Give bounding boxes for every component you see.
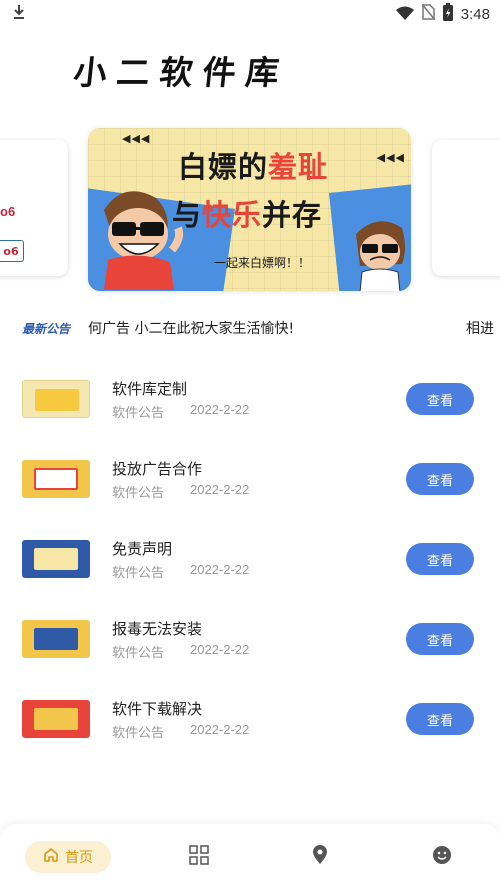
notice-marquee[interactable]: 最新公告 何广告 小二在此祝大家生活愉快! 相进 xyxy=(0,316,500,342)
location-icon xyxy=(312,845,328,869)
list-item[interactable]: 软件下载解决 软件公告 2022-2-22 查看 xyxy=(0,680,500,760)
cartoon-character-right-icon xyxy=(350,214,410,291)
banner-prev-box: o6 xyxy=(0,240,24,262)
notice-badge: 最新公告 xyxy=(22,322,71,336)
nav-location-tab[interactable] xyxy=(309,845,331,869)
view-button[interactable]: 查看 xyxy=(406,623,474,655)
banner-arrows-right-icon: ◀◀◀ xyxy=(376,151,405,164)
list-item[interactable]: 报毒无法安装 软件公告 2022-2-22 查看 xyxy=(0,600,500,680)
banner-next-card[interactable] xyxy=(432,140,500,276)
announcement-title: 报毒无法安装 xyxy=(112,620,203,638)
list-item[interactable]: 软件库定制 软件公告 2022-2-22 查看 xyxy=(0,360,500,440)
announcement-date: 2022-2-22 xyxy=(190,402,250,417)
announcement-category: 软件公告 xyxy=(112,646,165,661)
banner-prev-card[interactable]: o6 o6 xyxy=(0,140,68,276)
announcement-thumbnail xyxy=(22,380,90,418)
banner-main-card[interactable]: ◀◀◀ ◀◀◀ 白嫖的羞耻 与快乐并存 一起来白嫖啊！！ xyxy=(88,128,411,291)
banner-tagline: 一起来白嫖啊！！ xyxy=(214,256,311,270)
list-item[interactable]: 投放广告合作 软件公告 2022-2-22 查看 xyxy=(0,440,500,520)
thumbnail-label-icon xyxy=(34,708,78,730)
banner-arrows-left-icon: ◀◀◀ xyxy=(122,132,151,145)
no-sim-icon xyxy=(421,3,436,24)
announcement-date: 2022-2-22 xyxy=(190,562,250,577)
headline-highlight: 快乐 xyxy=(202,198,263,232)
announcement-title: 软件下载解决 xyxy=(112,700,203,718)
announcement-thumbnail xyxy=(22,540,90,578)
announcement-title: 免责声明 xyxy=(112,540,173,558)
announcement-category: 软件公告 xyxy=(112,406,165,421)
app-title: 小二软件库 xyxy=(71,53,291,92)
nav-home-label: 首页 xyxy=(65,850,93,866)
list-item[interactable]: 免责声明 软件公告 2022-2-22 查看 xyxy=(0,520,500,600)
announcement-title: 投放广告合作 xyxy=(112,460,203,478)
battery-icon xyxy=(442,3,453,25)
clock: 3:48 xyxy=(460,5,490,23)
headline-highlight: 羞耻 xyxy=(268,150,329,184)
announcement-category: 软件公告 xyxy=(112,566,165,581)
status-bar: 3:48 xyxy=(0,0,500,28)
view-button[interactable]: 查看 xyxy=(406,543,474,575)
nav-apps-tab[interactable] xyxy=(188,845,210,869)
announcement-title: 软件库定制 xyxy=(112,380,188,398)
thumbnail-label-icon xyxy=(35,389,79,411)
announcement-thumbnail xyxy=(22,460,90,498)
notice-text: 何广告 小二在此祝大家生活愉快! xyxy=(88,321,295,337)
announcement-list: 软件库定制 软件公告 2022-2-22 查看 投放广告合作 软件公告 2022… xyxy=(0,360,500,760)
app-screen: 3:48 小二软件库 o6 o6 ◀◀◀ ◀◀◀ 白嫖的羞耻 与快乐并存 一起来… xyxy=(0,0,500,890)
headline-text: 并存 xyxy=(262,198,323,232)
download-icon xyxy=(12,4,26,24)
announcement-date: 2022-2-22 xyxy=(190,482,250,497)
view-button[interactable]: 查看 xyxy=(406,463,474,495)
thumbnail-label-icon xyxy=(34,548,78,570)
announcement-date: 2022-2-22 xyxy=(190,722,250,737)
banner-prev-text: o6 xyxy=(0,204,16,219)
view-button[interactable]: 查看 xyxy=(406,383,474,415)
banner-headline-line2: 与快乐并存 xyxy=(172,192,322,234)
announcement-thumbnail xyxy=(22,620,90,658)
home-icon xyxy=(43,847,59,867)
smiley-icon xyxy=(432,845,452,869)
apps-grid-icon xyxy=(189,845,209,869)
announcement-category: 软件公告 xyxy=(112,726,165,741)
notice-text-next: 相进 xyxy=(466,321,494,337)
announcement-category: 软件公告 xyxy=(112,486,165,501)
banner-headline-line1: 白嫖的羞耻 xyxy=(178,144,328,186)
announcement-thumbnail xyxy=(22,700,90,738)
nav-home-tab[interactable]: 首页 xyxy=(25,841,111,873)
nav-profile-tab[interactable] xyxy=(431,846,453,868)
view-button[interactable]: 查看 xyxy=(406,703,474,735)
headline-text: 白嫖的 xyxy=(178,150,269,184)
wifi-icon xyxy=(395,5,414,24)
cartoon-character-left-icon xyxy=(94,180,184,291)
thumbnail-label-icon xyxy=(34,468,78,490)
announcement-date: 2022-2-22 xyxy=(190,642,250,657)
bottom-navigation: 首页 xyxy=(0,824,500,890)
thumbnail-label-icon xyxy=(34,628,78,650)
